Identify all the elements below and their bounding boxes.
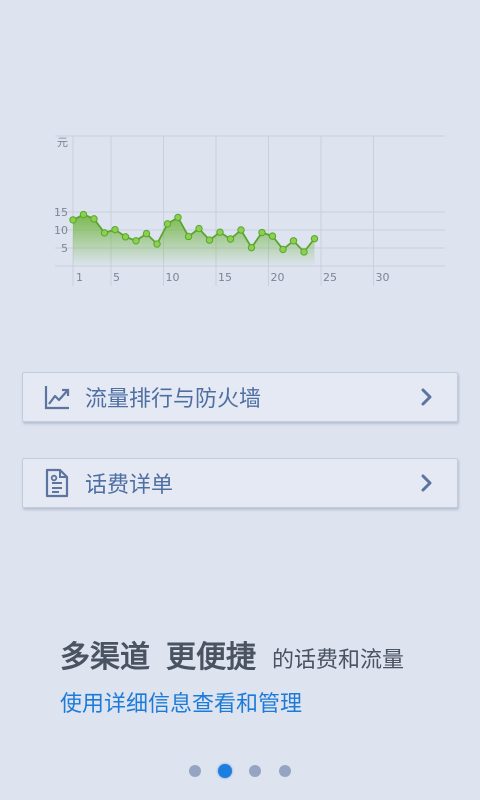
y-tick-label: 5 [61, 242, 68, 255]
x-tick-label: 30 [376, 271, 390, 284]
chevron-right-icon [417, 385, 437, 409]
y-axis-unit-label: 元 [57, 136, 68, 149]
data-point [163, 220, 172, 228]
page-dot-4[interactable] [279, 765, 291, 777]
data-point [111, 225, 119, 234]
usage-chart: 元 51015 1 5 10 15 20 25 30 [54, 135, 445, 286]
data-point [226, 235, 235, 243]
y-tick-label: 10 [54, 224, 68, 237]
x-tick-label: 15 [218, 271, 232, 284]
data-point [174, 213, 182, 222]
data-point [100, 229, 109, 237]
trend-chart-icon [43, 383, 71, 411]
data-point [205, 236, 214, 244]
data-point [121, 233, 130, 241]
data-point [216, 228, 224, 236]
promo-subline: 使用详细信息查看和管理 [60, 692, 303, 717]
data-point [79, 210, 88, 219]
data-point [90, 215, 98, 223]
y-tick-label: 15 [54, 206, 68, 219]
x-tick-label: 20 [271, 271, 285, 284]
page-indicator [0, 764, 480, 778]
page-dot-3[interactable] [249, 765, 261, 777]
promo-banner: 多渠道 更便捷 的话费和流量 使用详细信息查看和管理 [60, 632, 460, 718]
document-icon [43, 468, 71, 498]
data-point [300, 248, 308, 256]
x-tick-label: 5 [113, 271, 120, 284]
promo-headline-tail: 的话费和流量 [272, 648, 405, 673]
data-point [184, 232, 193, 241]
page-dot-2[interactable] [218, 764, 232, 778]
data-point [258, 228, 266, 237]
call-bill-details-label: 话费详单 [85, 473, 174, 498]
data-point [289, 237, 298, 245]
chevron-right-icon [417, 471, 437, 495]
data-point [237, 226, 245, 234]
data-point [310, 234, 319, 243]
promo-headline-part-1: 多渠道 [60, 640, 150, 675]
data-point [69, 216, 77, 224]
traffic-ranking-firewall-label: 流量排行与防火墙 [85, 387, 262, 412]
x-tick-label: 10 [166, 271, 180, 284]
data-point [247, 243, 256, 252]
traffic-ranking-firewall-button[interactable]: 流量排行与防火墙 [22, 372, 458, 422]
x-axis-ticks: 1 5 10 15 20 25 30 [76, 271, 390, 284]
data-point [195, 224, 203, 233]
promo-headline-part-2: 更便捷 [166, 640, 256, 675]
data-point [153, 240, 161, 248]
x-tick-label: 25 [323, 271, 337, 284]
data-point [142, 229, 151, 238]
data-point [132, 237, 140, 245]
data-point [279, 245, 287, 254]
x-tick-label: 1 [76, 271, 83, 284]
data-point [268, 232, 277, 240]
page-dot-1[interactable] [189, 765, 201, 777]
call-bill-details-button[interactable]: 话费详单 [22, 458, 458, 508]
usage-area [73, 214, 315, 266]
